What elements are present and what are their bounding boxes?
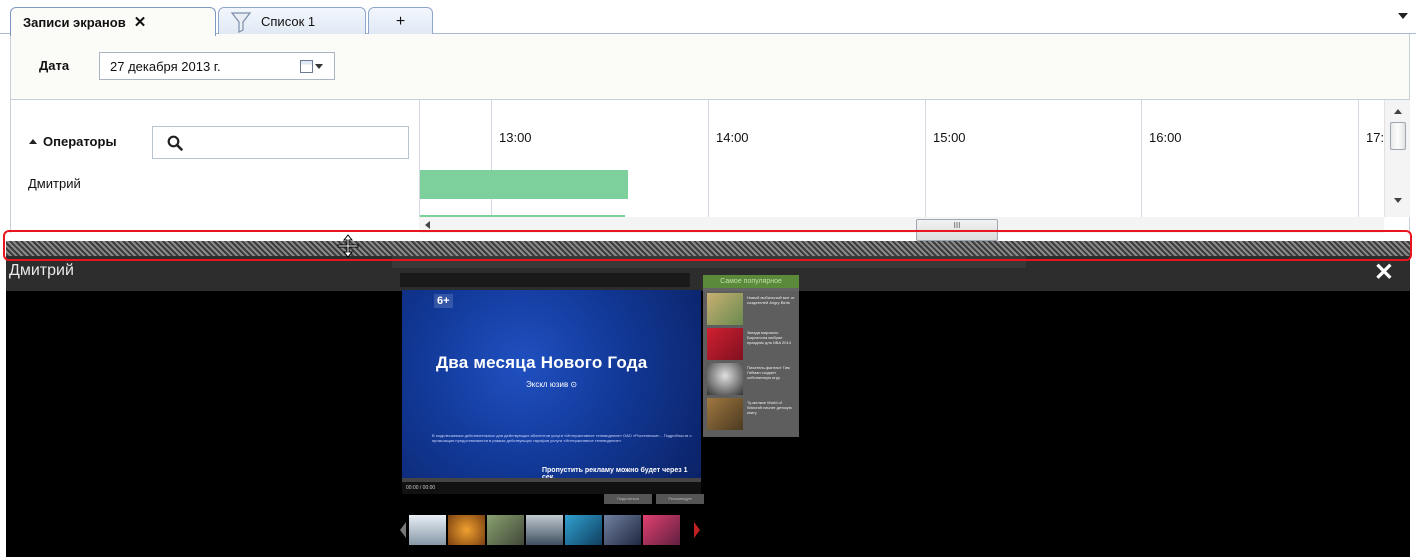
date-value: 27 декабря 2013 г. [110,59,221,74]
recommend-button[interactable]: Рекомендую [656,494,704,504]
tab-label: Список 1 [261,14,316,29]
thumbnail-image [707,398,743,430]
tab-screen-records[interactable]: Записи экранов ✕ [10,7,216,36]
date-label: Дата [39,58,70,73]
operators-group-toggle[interactable]: Операторы [29,134,117,149]
hour-line [708,100,709,217]
hour-line [925,100,926,217]
hour-line [1141,100,1142,217]
calendar-dropdown-button[interactable] [300,58,330,74]
timeline-panel: Операторы Дмитрий 13:00 14:00 15:00 16:0… [10,100,1410,241]
scroll-thumb[interactable] [1390,122,1406,150]
carousel-thumbnail[interactable] [448,515,485,545]
session-bar[interactable] [420,170,628,199]
tab-label: Записи экранов [23,14,126,30]
scroll-up-icon[interactable] [1394,109,1402,114]
tab-strip: Записи экранов ✕ Список 1 + [0,0,1416,36]
close-icon[interactable]: ✕ [1374,258,1394,287]
calendar-icon [300,59,313,73]
tab-list-1[interactable]: Список 1 [218,7,366,35]
thumbnail-image [707,328,743,360]
recorded-page-topbar [392,256,1026,268]
horizontal-scrollbar[interactable]: III [419,217,1384,241]
hour-label: 16:00 [1149,130,1182,145]
list-item[interactable]: Новый мобильный мит от создателей Angry … [707,293,795,325]
scroll-left-icon[interactable] [425,221,430,229]
video-controls[interactable]: 00:00 / 00:00 [402,482,701,494]
funnel-icon [231,11,251,33]
video-title: Два месяца Нового Года [436,353,648,372]
video-time: 00:00 / 00:00 [406,485,436,491]
chevron-down-icon [315,63,323,69]
recording-player: Дмитрий ✕ 6+ Два месяца Нового Года Экск… [6,256,1410,557]
list-item[interactable]: Ту-мелкие World of Warcraft начнет детск… [707,398,795,430]
hour-label: 14:00 [716,130,749,145]
collapse-icon [29,139,37,144]
scroll-down-icon[interactable] [1394,198,1402,203]
thumbnail-image [707,363,743,395]
carousel-thumbnail[interactable] [487,515,524,545]
tab-menu-dropdown-icon[interactable] [1398,13,1408,19]
popular-sidebar: Самое популярное Новый мобильный мит от … [703,275,799,437]
carousel-thumbnail[interactable] [409,515,446,545]
list-item[interactable]: Писатель-фантаст Тим Гибман создает собс… [707,363,795,395]
resize-cursor-icon [337,234,359,258]
list-item-text: Новый мобильный мит от создателей Angry … [747,295,795,305]
close-icon[interactable]: ✕ [134,13,147,31]
video-action-buttons: Поделиться Рекомендую [604,494,704,504]
sidebar-header: Самое популярное [703,275,799,288]
hour-label: 13:00 [499,130,532,145]
date-filter-bar: Дата 27 декабря 2013 г. [10,34,1410,100]
list-item[interactable]: Звезда мирового Барселона выбрал праздни… [707,328,795,360]
carousel-thumbnail[interactable] [565,515,602,545]
vertical-scrollbar[interactable] [1384,100,1410,217]
app-root: Записи экранов ✕ Список 1 + Дата 27 дека… [0,0,1416,557]
hour-label: 17: [1366,130,1384,145]
timeline-grid: 13:00 14:00 15:00 16:00 17: [419,100,1384,217]
carousel-thumbnail[interactable] [643,515,680,545]
search-icon [167,135,183,151]
add-tab-button[interactable]: + [368,7,433,35]
thumbnail-image [707,293,743,325]
list-item-text: Ту-мелкие World of Warcraft начнет детск… [747,400,792,415]
carousel-thumbnail[interactable] [526,515,563,545]
operator-search-input[interactable] [152,126,409,159]
age-badge: 6+ [434,294,453,308]
operator-name[interactable]: Дмитрий [28,176,81,191]
video-subtitle: Экскл юзив ⊙ [526,380,578,389]
hour-line [1358,100,1359,217]
share-button[interactable]: Поделиться [604,494,652,504]
screen-recording-frame: 6+ Два месяца Нового Года Экскл юзив ⊙ В… [392,256,1026,557]
operators-header: Операторы [43,134,117,149]
list-item-text: Писатель-фантаст Тим Гибман создает собс… [747,365,790,380]
carousel-prev-icon[interactable] [400,522,406,538]
list-item-text: Звезда мирового Барселона выбрал праздни… [747,330,791,345]
carousel-next-icon[interactable] [694,522,700,538]
plus-icon: + [395,12,406,30]
hour-label: 15:00 [933,130,966,145]
player-title: Дмитрий [9,262,74,279]
date-picker[interactable]: 27 декабря 2013 г. [99,52,335,80]
carousel-thumbnail[interactable] [604,515,641,545]
hour-line [491,100,492,217]
scroll-thumb-horizontal[interactable]: III [916,219,998,241]
thumbnail-carousel [400,512,700,548]
skip-ad-text: Пропустить рекламу можно будет через 1 с… [542,467,688,478]
recorded-page-nav [400,273,690,287]
video-fine-print: В подключаемых действительных для действ… [432,433,692,443]
recorded-video[interactable]: 6+ Два месяца Нового Года Экскл юзив ⊙ В… [402,290,701,478]
